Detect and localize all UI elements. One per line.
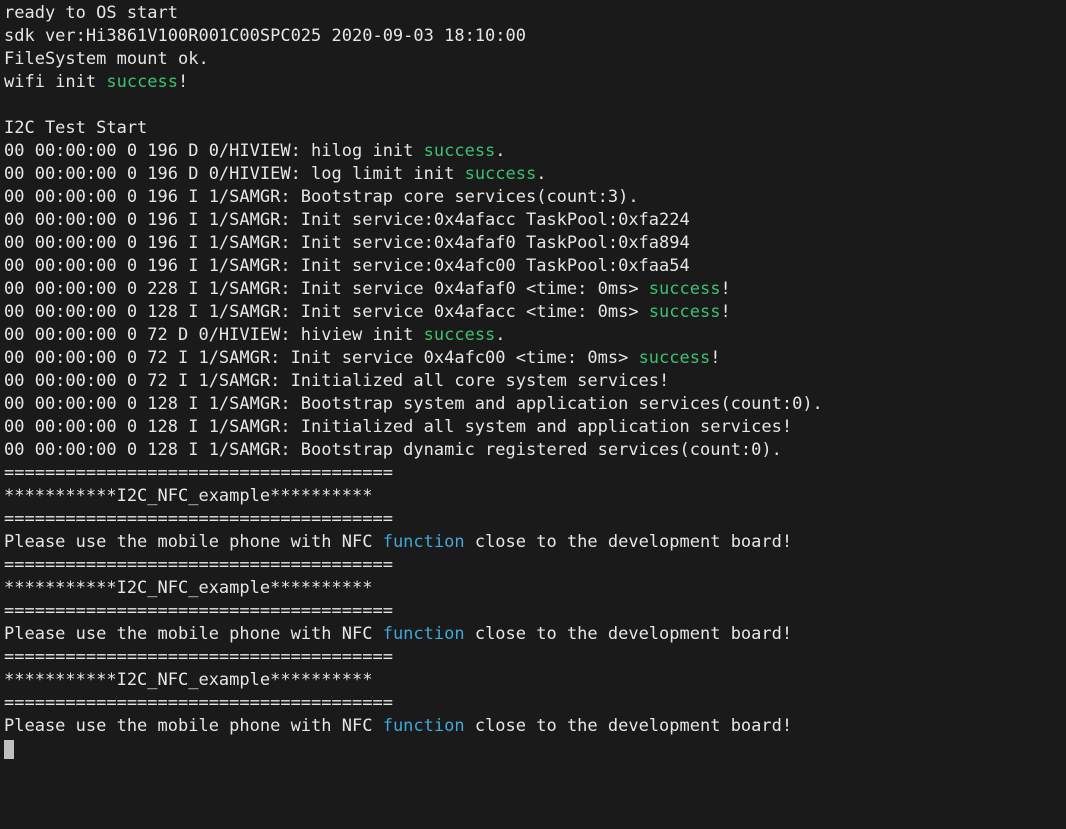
terminal-keyword: function [383, 624, 465, 644]
terminal-line: 00 00:00:00 0 72 D 0/HIVIEW: hiview init… [4, 325, 506, 345]
terminal-text: 00 00:00:00 0 196 I 1/SAMGR: Init servic… [4, 233, 690, 253]
terminal-line: 00 00:00:00 0 228 I 1/SAMGR: Init servic… [4, 279, 731, 299]
terminal-line: ====================================== [4, 463, 393, 483]
terminal-line: I2C Test Start [4, 118, 147, 138]
terminal-line: ====================================== [4, 647, 393, 667]
terminal-output[interactable]: ready to OS start sdk ver:Hi3861V100R001… [0, 0, 1066, 761]
terminal-text: close to the development board! [465, 716, 793, 736]
terminal-line: 00 00:00:00 0 196 I 1/SAMGR: Init servic… [4, 233, 690, 253]
terminal-text: ====================================== [4, 601, 393, 621]
terminal-text: ====================================== [4, 463, 393, 483]
terminal-text: . [536, 164, 546, 184]
terminal-text: 00 00:00:00 0 72 D 0/HIVIEW: hiview init [4, 325, 424, 345]
terminal-text: ! [178, 72, 188, 92]
terminal-line: ====================================== [4, 509, 393, 529]
terminal-text: Please use the mobile phone with NFC [4, 532, 383, 552]
terminal-text: wifi init [4, 72, 106, 92]
terminal-keyword: success [649, 279, 721, 299]
terminal-text: 00 00:00:00 0 128 I 1/SAMGR: Bootstrap s… [4, 394, 823, 414]
terminal-text: 00 00:00:00 0 128 I 1/SAMGR: Init servic… [4, 302, 649, 322]
terminal-line: 00 00:00:00 0 72 I 1/SAMGR: Init service… [4, 348, 720, 368]
terminal-line: FileSystem mount ok. [4, 49, 209, 69]
terminal-line: ready to OS start [4, 3, 178, 23]
terminal-line: 00 00:00:00 0 128 I 1/SAMGR: Initialized… [4, 417, 792, 437]
terminal-cursor-line [4, 739, 14, 759]
terminal-line: 00 00:00:00 0 196 D 0/HIVIEW: log limit … [4, 164, 546, 184]
terminal-line: 00 00:00:00 0 196 I 1/SAMGR: Init servic… [4, 210, 690, 230]
terminal-text: ! [720, 302, 730, 322]
terminal-text: I2C Test Start [4, 118, 147, 138]
terminal-text: 00 00:00:00 0 196 I 1/SAMGR: Init servic… [4, 210, 690, 230]
terminal-text: 00 00:00:00 0 228 I 1/SAMGR: Init servic… [4, 279, 649, 299]
terminal-text: ***********I2C_NFC_example********** [4, 670, 372, 690]
terminal-line: 00 00:00:00 0 128 I 1/SAMGR: Bootstrap s… [4, 394, 823, 414]
terminal-line: ====================================== [4, 601, 393, 621]
terminal-text: 00 00:00:00 0 128 I 1/SAMGR: Bootstrap d… [4, 440, 782, 460]
terminal-keyword: success [639, 348, 711, 368]
terminal-line: ***********I2C_NFC_example********** [4, 486, 372, 506]
terminal-line: Please use the mobile phone with NFC fun… [4, 716, 792, 736]
terminal-text: ====================================== [4, 555, 393, 575]
terminal-line: Please use the mobile phone with NFC fun… [4, 624, 792, 644]
terminal-text: 00 00:00:00 0 196 I 1/SAMGR: Bootstrap c… [4, 187, 639, 207]
terminal-text: ====================================== [4, 509, 393, 529]
terminal-line: wifi init success! [4, 72, 188, 92]
terminal-text: . [495, 325, 505, 345]
terminal-line: 00 00:00:00 0 72 I 1/SAMGR: Initialized … [4, 371, 669, 391]
terminal-cursor [4, 740, 14, 759]
terminal-text: 00 00:00:00 0 128 I 1/SAMGR: Initialized… [4, 417, 792, 437]
terminal-text: ! [710, 348, 720, 368]
terminal-text: close to the development board! [465, 624, 793, 644]
terminal-line: Please use the mobile phone with NFC fun… [4, 532, 792, 552]
terminal-text: Please use the mobile phone with NFC [4, 716, 383, 736]
terminal-line: ====================================== [4, 555, 393, 575]
terminal-text: 00 00:00:00 0 72 I 1/SAMGR: Init service… [4, 348, 639, 368]
terminal-text: . [495, 141, 505, 161]
terminal-keyword: success [649, 302, 721, 322]
terminal-text: ***********I2C_NFC_example********** [4, 486, 372, 506]
terminal-text: ! [720, 279, 730, 299]
terminal-line: 00 00:00:00 0 196 D 0/HIVIEW: hilog init… [4, 141, 506, 161]
terminal-text: close to the development board! [465, 532, 793, 552]
terminal-line: ***********I2C_NFC_example********** [4, 670, 372, 690]
terminal-keyword: success [424, 141, 496, 161]
terminal-keyword: function [383, 716, 465, 736]
terminal-text: sdk ver:Hi3861V100R001C00SPC025 2020-09-… [4, 26, 526, 46]
terminal-text: 00 00:00:00 0 72 I 1/SAMGR: Initialized … [4, 371, 669, 391]
terminal-keyword: success [465, 164, 537, 184]
terminal-text: 00 00:00:00 0 196 D 0/HIVIEW: log limit … [4, 164, 465, 184]
terminal-text: ====================================== [4, 693, 393, 713]
terminal-text: 00 00:00:00 0 196 D 0/HIVIEW: hilog init [4, 141, 424, 161]
terminal-line: 00 00:00:00 0 128 I 1/SAMGR: Init servic… [4, 302, 731, 322]
terminal-keyword: success [106, 72, 178, 92]
terminal-text: ====================================== [4, 647, 393, 667]
terminal-line: sdk ver:Hi3861V100R001C00SPC025 2020-09-… [4, 26, 526, 46]
terminal-text: FileSystem mount ok. [4, 49, 209, 69]
terminal-text: Please use the mobile phone with NFC [4, 624, 383, 644]
terminal-line: 00 00:00:00 0 196 I 1/SAMGR: Init servic… [4, 256, 690, 276]
terminal-line: 00 00:00:00 0 196 I 1/SAMGR: Bootstrap c… [4, 187, 639, 207]
terminal-keyword: function [383, 532, 465, 552]
terminal-line: 00 00:00:00 0 128 I 1/SAMGR: Bootstrap d… [4, 440, 782, 460]
terminal-text: 00 00:00:00 0 196 I 1/SAMGR: Init servic… [4, 256, 690, 276]
terminal-text: ***********I2C_NFC_example********** [4, 578, 372, 598]
terminal-keyword: success [424, 325, 496, 345]
terminal-text: ready to OS start [4, 3, 178, 23]
terminal-line: ====================================== [4, 693, 393, 713]
terminal-line: ***********I2C_NFC_example********** [4, 578, 372, 598]
